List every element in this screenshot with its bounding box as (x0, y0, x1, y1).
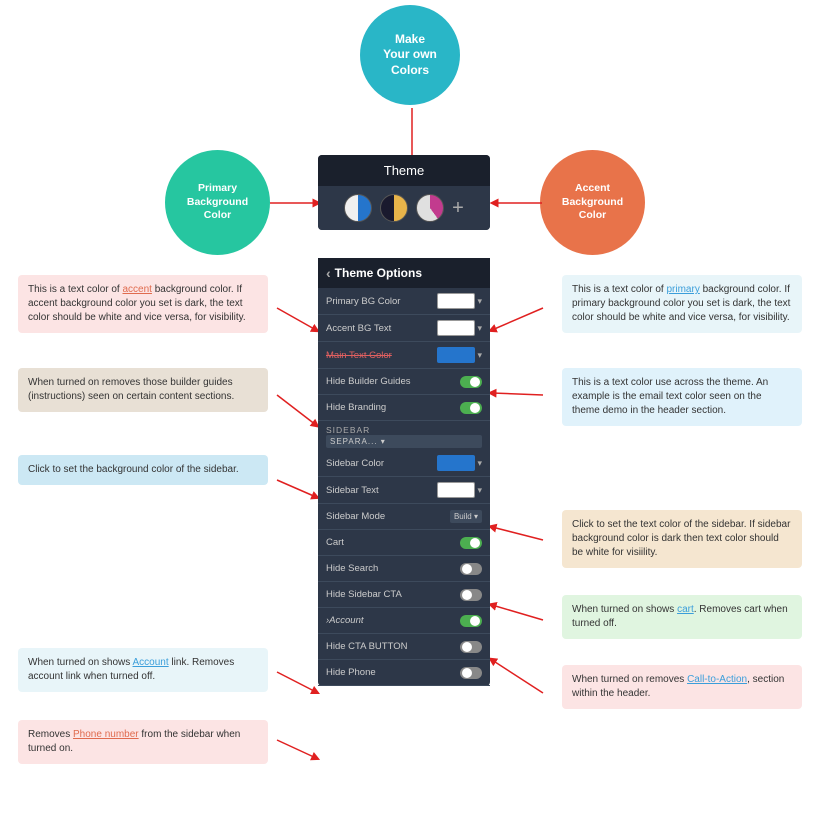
cart-underline: cart (677, 604, 694, 615)
phone-underline: Phone number (73, 729, 139, 740)
sidebar-text-desc: Click to set the text color of the sideb… (572, 519, 790, 558)
options-panel-header: ‹ Theme Options (318, 258, 490, 288)
make-colors-line3: Colors (383, 63, 437, 79)
hide-phone-toggle[interactable] (460, 667, 482, 679)
hide-cta-button-label: Hide CTA BUTTON (326, 641, 460, 652)
annotation-left-accent: This is a text color of accent backgroun… (18, 275, 268, 333)
annotation-right-primary: This is a text color of primary backgrou… (562, 275, 802, 333)
sidebar-text-row: Sidebar Text ▾ (318, 477, 490, 504)
accent-bg-text-row: Accent BG Text ▾ (318, 315, 490, 342)
make-colors-line2: Your own (383, 47, 437, 63)
accent-line3: Color (562, 209, 623, 223)
hide-sidebar-cta-row: Hide Sidebar CTA (318, 582, 490, 608)
hide-cta-button-row: Hide CTA BUTTON (318, 634, 490, 660)
sidebar-mode-row: Sidebar Mode Build ▾ (318, 504, 490, 530)
sidebar-color-row: Sidebar Color ▾ (318, 450, 490, 477)
main-text-label: Main Text Color (326, 350, 437, 361)
sidebar-mode-select[interactable]: Build ▾ (450, 510, 482, 523)
annotation-right-main: This is a text color use across the them… (562, 368, 802, 426)
hide-sidebar-cta-label: Hide Sidebar CTA (326, 589, 460, 600)
accent-line2: Background (562, 196, 623, 210)
primary-line1: Primary (187, 182, 248, 196)
back-arrow-icon[interactable]: ‹ (326, 265, 331, 281)
account-toggle[interactable] (460, 615, 482, 627)
annotation-right-cart: When turned on shows cart. Removes cart … (562, 595, 802, 639)
hide-phone-label: Hide Phone (326, 667, 460, 678)
hide-sidebar-cta-toggle[interactable] (460, 589, 482, 601)
primary-bg-bubble: Primary Background Color (165, 150, 270, 255)
hide-phone-row: Hide Phone (318, 660, 490, 686)
theme-panel-title: Theme (384, 163, 424, 178)
main-text-arrow[interactable]: ▾ (477, 350, 482, 361)
cta-underline: Call-to-Action (687, 674, 747, 685)
accent-line1: Accent (562, 182, 623, 196)
make-colors-line1: Make (383, 32, 437, 48)
accent-bg-label: Accent BG Text (326, 323, 437, 334)
hide-search-row: Hide Search (318, 556, 490, 582)
primary-underline: primary (666, 284, 699, 295)
hide-branding-toggle[interactable] (460, 402, 482, 414)
primary-bg-arrow[interactable]: ▾ (477, 296, 482, 307)
cart-label: Cart (326, 537, 460, 548)
annotation-right-sidebar-text: Click to set the text color of the sideb… (562, 510, 802, 568)
accent-underline: accent (122, 284, 151, 295)
hide-branding-label: Hide Branding (326, 402, 460, 413)
main-text-color-row: Main Text Color ▾ (318, 342, 490, 369)
primary-bg-color-row: Primary BG Color ▾ (318, 288, 490, 315)
main-text-desc: This is a text color use across the them… (572, 377, 768, 416)
sidebar-color-swatch[interactable] (437, 455, 475, 471)
hide-builder-label: Hide Builder Guides (326, 376, 460, 387)
primary-bg-label: Primary BG Color (326, 296, 437, 307)
sidebar-color-label: Sidebar Color (326, 458, 437, 469)
builder-guides-text: When turned on removes those builder gui… (28, 377, 234, 402)
sidebar-section-label: SIDEBAR Separa... ▾ (318, 421, 490, 450)
annotation-left-sidebar: Click to set the background color of the… (18, 455, 268, 485)
add-swatch-button[interactable]: + (452, 197, 464, 220)
primary-line3: Color (187, 209, 248, 223)
primary-line2: Background (187, 196, 248, 210)
cart-row: Cart (318, 530, 490, 556)
theme-swatches: + (318, 186, 490, 230)
annotation-left-phone: Removes Phone number from the sidebar wh… (18, 720, 268, 764)
sidebar-mode-label: Sidebar Mode (326, 511, 450, 522)
options-panel-title: Theme Options (335, 266, 422, 280)
make-colors-bubble: Make Your own Colors (360, 5, 460, 105)
theme-panel: Theme + (318, 155, 490, 230)
swatch-2[interactable] (380, 194, 408, 222)
hide-search-toggle[interactable] (460, 563, 482, 575)
primary-bg-color-swatch[interactable] (437, 293, 475, 309)
accent-bg-arrow[interactable]: ▾ (477, 323, 482, 334)
hide-branding-row: Hide Branding (318, 395, 490, 421)
hide-builder-toggle[interactable] (460, 376, 482, 388)
sidebar-color-arrow[interactable]: ▾ (477, 458, 482, 469)
hide-builder-guides-row: Hide Builder Guides (318, 369, 490, 395)
sidebar-select[interactable]: Separa... ▾ (326, 435, 482, 448)
main-text-color-swatch[interactable] (437, 347, 475, 363)
annotation-left-account: When turned on shows Account link. Remov… (18, 648, 268, 692)
accent-bg-color-swatch[interactable] (437, 320, 475, 336)
sidebar-text-label: Sidebar Text (326, 485, 437, 496)
swatch-1[interactable] (344, 194, 372, 222)
options-panel: ‹ Theme Options Primary BG Color ▾ Accen… (318, 258, 490, 686)
hide-cta-button-toggle[interactable] (460, 641, 482, 653)
account-row: ›Account (318, 608, 490, 634)
hide-search-label: Hide Search (326, 563, 460, 574)
annotation-right-cta: When turned on removes Call-to-Action, s… (562, 665, 802, 709)
swatch-3[interactable] (416, 194, 444, 222)
cart-toggle[interactable] (460, 537, 482, 549)
account-underline: Account (133, 657, 169, 668)
sidebar-text-swatch[interactable] (437, 482, 475, 498)
account-label: ›Account (326, 615, 460, 626)
sidebar-bg-text: Click to set the background color of the… (28, 464, 239, 475)
annotation-left-builder: When turned on removes those builder gui… (18, 368, 268, 412)
theme-panel-header: Theme (318, 155, 490, 186)
accent-bg-bubble: Accent Background Color (540, 150, 645, 255)
sidebar-text-arrow[interactable]: ▾ (477, 485, 482, 496)
